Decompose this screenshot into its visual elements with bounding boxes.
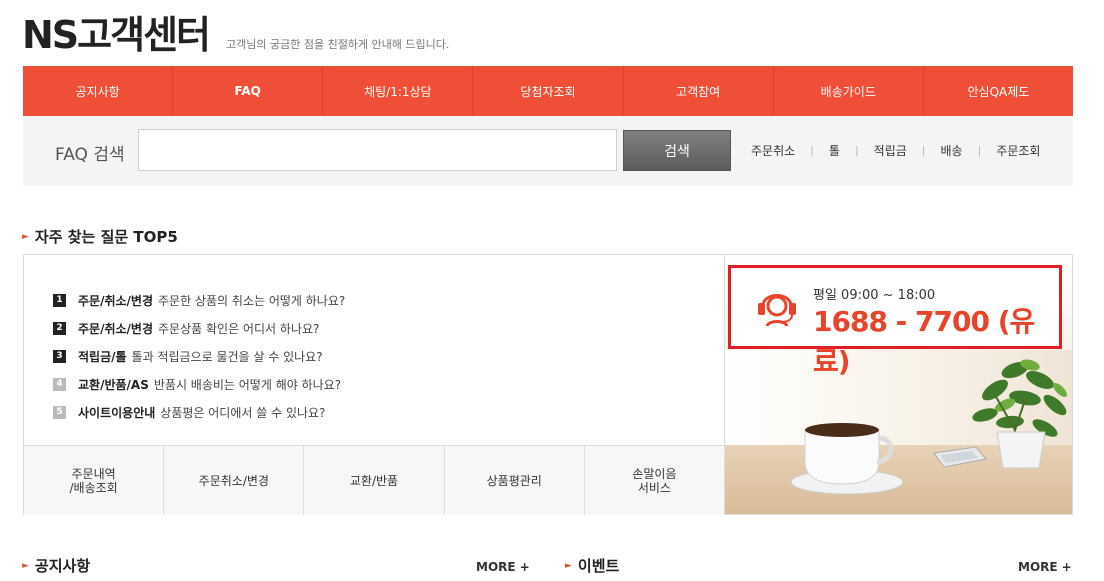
faq-item[interactable]: 5 사이트이용안내 상품평은 어디에서 쓸 수 있나요? bbox=[53, 398, 345, 426]
faq-category-tabs: 주문내역/배송조회 주문취소/변경 교환/반품 상품평관리 손말이음 서비스 bbox=[24, 445, 724, 515]
nav-item-safe-qa[interactable]: 안심QA제도 bbox=[924, 66, 1073, 116]
faq-category: 주문/취소/변경 bbox=[78, 321, 154, 336]
rank-badge: 4 bbox=[53, 377, 66, 391]
divider: | bbox=[977, 144, 982, 157]
coffee-cup-image bbox=[790, 423, 904, 495]
top5-title: 자주 찾는 질문 TOP5 bbox=[34, 228, 178, 246]
faq-list: 1 주문/취소/변경 주문한 상품의 취소는 어떻게 하나요? 2 주문/취소/… bbox=[53, 286, 345, 426]
quick-link-delivery[interactable]: 배송 bbox=[941, 142, 963, 159]
divider: | bbox=[810, 144, 814, 157]
divider: | bbox=[854, 144, 859, 157]
faq-item[interactable]: 4 교환/반품/AS 반품시 배송비는 어떻게 해야 하나요? bbox=[53, 370, 345, 398]
tab-label: 교환/반품 bbox=[349, 473, 399, 488]
tab-label: /배송조회 bbox=[69, 480, 118, 495]
divider: | bbox=[921, 144, 926, 157]
phone-number[interactable]: 1688 - 7700 (유료) bbox=[813, 300, 1059, 380]
tab-label: 상품평관리 bbox=[486, 473, 542, 488]
phone-device-image bbox=[933, 446, 987, 468]
quick-links: 주문취소 | 톨 | 적립금 | 배송 | 주문조회 bbox=[751, 142, 1040, 159]
top5-box: 1 주문/취소/변경 주문한 상품의 취소는 어떻게 하나요? 2 주문/취소/… bbox=[23, 254, 725, 515]
chevron-right-icon: ► bbox=[22, 560, 29, 571]
faq-item[interactable]: 2 주문/취소/변경 주문상품 확인은 어디서 하나요? bbox=[53, 314, 345, 342]
phone-info-box: 평일 09:00 ~ 18:00 1688 - 7700 (유료) bbox=[728, 265, 1062, 378]
faq-category: 주문/취소/변경 bbox=[78, 293, 154, 308]
tab-review-manage[interactable]: 상품평관리 bbox=[445, 446, 585, 515]
notice-more-link[interactable]: MORE + bbox=[476, 560, 530, 574]
tab-label: 주문내역 bbox=[71, 466, 116, 481]
rank-badge: 1 bbox=[53, 293, 66, 307]
plus-icon: + bbox=[1061, 560, 1072, 574]
tagline: 고객님의 궁금한 점을 친절하게 안내해 드립니다. bbox=[226, 38, 450, 51]
tab-label: 서비스 bbox=[637, 480, 671, 495]
faq-search-band: FAQ 검색 검색 주문취소 | 톨 | 적립금 | 배송 | 주문조회 bbox=[23, 116, 1073, 186]
faq-item[interactable]: 3 적립금/톨 톨과 적립금으로 물건을 살 수 있나요? bbox=[53, 342, 345, 370]
tab-sign-relay[interactable]: 손말이음 서비스 bbox=[585, 446, 724, 515]
headset-icon bbox=[758, 294, 796, 327]
notice-heading: ► 공지사항 bbox=[22, 555, 90, 576]
search-button[interactable]: 검색 bbox=[623, 130, 731, 171]
tab-label: 주문취소/변경 bbox=[198, 473, 269, 488]
faq-question: 반품시 배송비는 어떻게 해야 하나요? bbox=[153, 377, 342, 392]
quick-link-cancel[interactable]: 주문취소 bbox=[751, 142, 795, 159]
quick-link-points[interactable]: 적립금 bbox=[874, 142, 907, 159]
faq-question: 주문상품 확인은 어디서 하나요? bbox=[158, 321, 320, 336]
faq-question: 주문한 상품의 취소는 어떻게 하나요? bbox=[158, 293, 346, 308]
nav-item-participation[interactable]: 고객참여 bbox=[624, 66, 774, 116]
more-label: MORE bbox=[476, 560, 516, 574]
quick-link-toll[interactable]: 톨 bbox=[829, 142, 840, 159]
quick-link-order-lookup[interactable]: 주문조회 bbox=[996, 142, 1040, 159]
tab-exchange-return[interactable]: 교환/반품 bbox=[304, 446, 445, 515]
plant-pot-image bbox=[996, 431, 1046, 469]
tab-label: 손말이음 bbox=[632, 466, 677, 481]
tab-order-cancel[interactable]: 주문취소/변경 bbox=[164, 446, 305, 515]
event-title[interactable]: 이벤트 bbox=[578, 555, 619, 576]
plus-icon: + bbox=[519, 560, 530, 574]
nav-item-faq[interactable]: FAQ bbox=[173, 66, 324, 116]
faq-category: 적립금/톨 bbox=[78, 349, 127, 364]
nav-item-notice[interactable]: 공지사항 bbox=[23, 66, 174, 116]
main-nav: 공지사항 FAQ 채팅/1:1상담 당첨자조회 고객참여 배송가이드 안심QA제… bbox=[23, 66, 1073, 116]
faq-question: 톨과 적립금으로 물건을 살 수 있나요? bbox=[131, 349, 323, 364]
faq-item[interactable]: 1 주문/취소/변경 주문한 상품의 취소는 어떻게 하나요? bbox=[53, 286, 345, 314]
rank-badge: 2 bbox=[53, 321, 66, 335]
notice-title[interactable]: 공지사항 bbox=[35, 555, 90, 576]
chevron-right-icon: ► bbox=[565, 560, 572, 571]
top5-heading: ► 자주 찾는 질문 TOP5 bbox=[22, 226, 178, 247]
rank-badge: 3 bbox=[53, 349, 66, 363]
brand-logo[interactable]: NS고객센터 bbox=[22, 10, 211, 60]
nav-item-chat[interactable]: 채팅/1:1상담 bbox=[323, 66, 474, 116]
event-heading: ► 이벤트 bbox=[565, 555, 619, 576]
call-center-banner: 평일 09:00 ~ 18:00 1688 - 7700 (유료) bbox=[725, 254, 1073, 515]
faq-search-input[interactable] bbox=[138, 129, 617, 171]
nav-item-delivery-guide[interactable]: 배송가이드 bbox=[774, 66, 924, 116]
chevron-right-icon: ► bbox=[22, 231, 29, 242]
more-label: MORE bbox=[1018, 560, 1058, 574]
faq-category: 사이트이용안내 bbox=[78, 405, 156, 420]
faq-category: 교환/반품/AS bbox=[78, 377, 149, 392]
event-more-link[interactable]: MORE + bbox=[1018, 560, 1072, 574]
faq-question: 상품평은 어디에서 쓸 수 있나요? bbox=[160, 405, 326, 420]
tab-order-history[interactable]: 주문내역/배송조회 bbox=[24, 446, 165, 515]
nav-item-winners[interactable]: 당첨자조회 bbox=[473, 66, 624, 116]
search-label: FAQ 검색 bbox=[55, 145, 125, 165]
rank-badge: 5 bbox=[53, 405, 66, 419]
